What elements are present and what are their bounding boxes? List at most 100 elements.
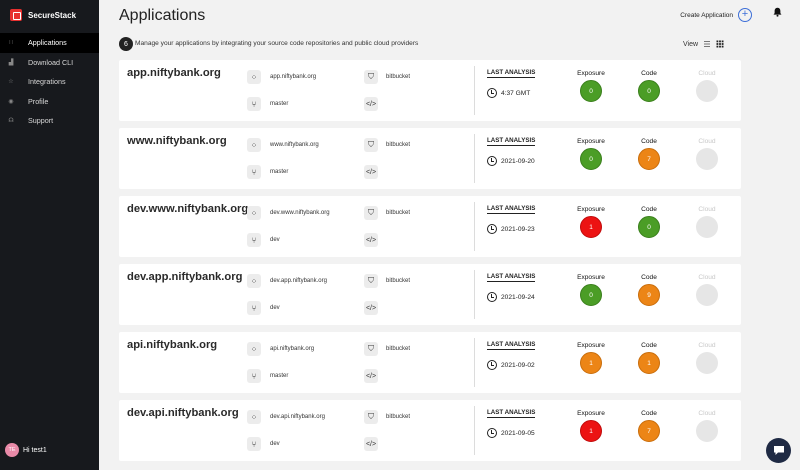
code-icon[interactable]: </> [364, 301, 378, 315]
code-label: Code [641, 342, 657, 349]
clock-icon [487, 292, 497, 302]
application-name[interactable]: www.niftybank.org [127, 135, 227, 147]
bitbucket-icon: ⛉ [364, 206, 378, 220]
bell-icon[interactable] [773, 7, 782, 17]
code-icon[interactable]: </> [364, 233, 378, 247]
exposure-score[interactable]: 0 [580, 80, 602, 102]
last-analysis-label: LAST ANALYSIS [487, 205, 536, 214]
sidebar-item-integrations[interactable]: ☆ Integrations [0, 72, 99, 92]
exposure-label: Exposure [577, 206, 605, 213]
create-application-button[interactable]: Create Application + [680, 8, 752, 22]
code-label: Code [641, 206, 657, 213]
application-card[interactable]: app.niftybank.org ⁘ app.niftybank.org ⑂ … [119, 60, 741, 121]
last-analysis-label: LAST ANALYSIS [487, 69, 536, 78]
sidebar-item-label: Applications [28, 38, 67, 48]
bitbucket-icon: ⛉ [364, 138, 378, 152]
application-domain: www.niftybank.org [270, 142, 319, 148]
bitbucket-icon: ⛉ [364, 410, 378, 424]
exposure-label: Exposure [577, 410, 605, 417]
application-card[interactable]: www.niftybank.org ⁘ www.niftybank.org ⑂ … [119, 128, 741, 189]
user-greeting: Hi test1 [23, 446, 47, 454]
clock-icon [487, 360, 497, 370]
code-score[interactable]: 0 [638, 80, 660, 102]
application-name[interactable]: dev.api.niftybank.org [127, 407, 239, 419]
application-name[interactable]: dev.www.niftybank.org [127, 203, 248, 215]
exposure-label: Exposure [577, 342, 605, 349]
code-icon[interactable]: </> [364, 369, 378, 383]
sidebar-item-label: Integrations [28, 77, 66, 87]
list-view-icon[interactable] [703, 40, 711, 48]
grid-dots-icon: ∷ [9, 40, 13, 47]
cloud-score [696, 80, 718, 102]
bitbucket-icon: ⛉ [364, 342, 378, 356]
exposure-score[interactable]: 1 [580, 216, 602, 238]
star-icon: ☆ [8, 79, 14, 86]
application-name[interactable]: api.niftybank.org [127, 339, 217, 351]
card-divider [474, 202, 475, 251]
cloud-label: Cloud [698, 274, 716, 281]
sidebar-item-label: Support [28, 116, 54, 126]
git-branch-icon: ⑂ [247, 301, 261, 315]
last-analysis-time: 4:37 GMT [487, 88, 530, 98]
application-name[interactable]: app.niftybank.org [127, 67, 221, 79]
code-icon[interactable]: </> [364, 97, 378, 111]
application-name[interactable]: dev.app.niftybank.org [127, 271, 242, 283]
code-score[interactable]: 0 [638, 216, 660, 238]
exposure-score[interactable]: 1 [580, 352, 602, 374]
code-label: Code [641, 70, 657, 77]
sidebar-item-applications[interactable]: ∷ Applications [0, 33, 99, 53]
user-menu[interactable]: TE Hi test1 [5, 443, 47, 457]
git-branch-icon: ⑂ [247, 369, 261, 383]
repo-provider: bitbucket [386, 278, 411, 284]
application-count-badge: 6 [119, 37, 133, 51]
domain-icon: ⁘ [247, 342, 261, 356]
last-analysis-time: 2021-09-24 [487, 292, 535, 302]
last-analysis-time: 2021-09-20 [487, 156, 535, 166]
avatar: TE [5, 443, 19, 457]
last-analysis-value: 4:37 GMT [501, 89, 531, 97]
domain-icon: ⁘ [247, 206, 261, 220]
application-domain: app.niftybank.org [270, 74, 317, 80]
application-card[interactable]: dev.api.niftybank.org ⁘ dev.api.niftyban… [119, 400, 741, 461]
code-icon[interactable]: </> [364, 437, 378, 451]
eye-icon: ◉ [8, 98, 14, 105]
sidebar-item-profile[interactable]: ◉ Profile [0, 92, 99, 112]
sidebar-item-download-cli[interactable]: ▟ Download CLI [0, 53, 99, 73]
cloud-score [696, 420, 718, 442]
application-card[interactable]: dev.www.niftybank.org ⁘ dev.www.niftyban… [119, 196, 741, 257]
code-score[interactable]: 9 [638, 284, 660, 306]
code-score[interactable]: 7 [638, 420, 660, 442]
brand-name: SecureStack [28, 10, 77, 20]
application-branch: dev [270, 305, 280, 311]
grid-view-icon[interactable] [716, 40, 724, 48]
code-score[interactable]: 7 [638, 148, 660, 170]
bitbucket-icon: ⛉ [364, 70, 378, 84]
card-divider [474, 270, 475, 319]
cloud-label: Cloud [698, 138, 716, 145]
code-score[interactable]: 1 [638, 352, 660, 374]
exposure-score[interactable]: 0 [580, 284, 602, 306]
bar-chart-icon: ▟ [8, 59, 14, 66]
repo-provider: bitbucket [386, 414, 411, 420]
code-label: Code [641, 410, 657, 417]
application-branch: dev [270, 237, 280, 243]
last-analysis-time: 2021-09-02 [487, 360, 535, 370]
chat-support-button[interactable] [766, 438, 791, 463]
cloud-label: Cloud [698, 70, 716, 77]
application-card[interactable]: dev.app.niftybank.org ⁘ dev.app.niftyban… [119, 264, 741, 325]
card-divider [474, 134, 475, 183]
code-icon[interactable]: </> [364, 165, 378, 179]
exposure-score[interactable]: 1 [580, 420, 602, 442]
application-domain: dev.www.niftybank.org [270, 210, 330, 216]
brand[interactable]: SecureStack [10, 9, 76, 21]
repo-provider: bitbucket [386, 346, 411, 352]
application-card[interactable]: api.niftybank.org ⁘ api.niftybank.org ⑂ … [119, 332, 741, 393]
clock-icon [487, 428, 497, 438]
exposure-score[interactable]: 0 [580, 148, 602, 170]
git-branch-icon: ⑂ [247, 97, 261, 111]
domain-icon: ⁘ [247, 138, 261, 152]
page-title: Applications [119, 7, 206, 24]
sidebar-item-support[interactable]: ☊ Support [0, 111, 99, 131]
cloud-label: Cloud [698, 206, 716, 213]
cloud-label: Cloud [698, 410, 716, 417]
